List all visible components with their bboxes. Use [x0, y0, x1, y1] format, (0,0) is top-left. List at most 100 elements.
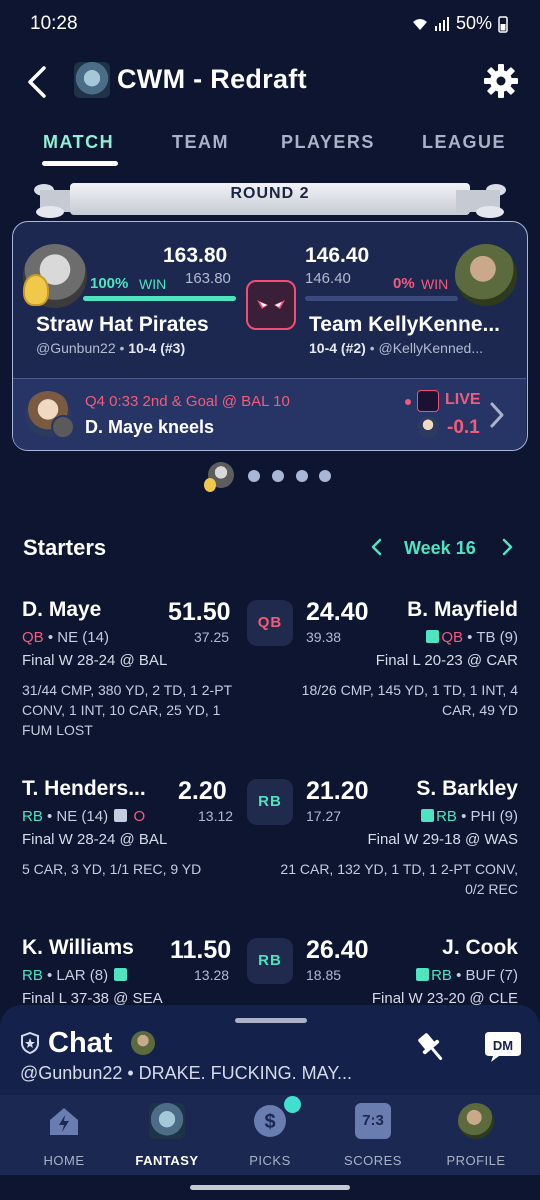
week-selector[interactable]: Week 16 [404, 538, 476, 559]
active-tab-indicator [42, 161, 118, 166]
svg-text:$: $ [264, 1111, 275, 1133]
gear-icon[interactable] [482, 62, 520, 100]
chat-last-message[interactable]: @Gunbun22 • DRAKE. FUCKING. MAY... [20, 1063, 352, 1084]
right-player-name[interactable]: B. Mayfield [407, 598, 518, 622]
starter-row[interactable]: D. Maye 51.50 37.25 QB • NE (14) Final W… [0, 598, 540, 768]
starter-row[interactable]: T. Henders... 2.20 13.12 RB • NE (14) O … [0, 777, 540, 947]
team-info: • LAR (8) [42, 967, 113, 984]
right-player-position: RB • PHI (9) [419, 808, 518, 825]
pin-icon[interactable] [413, 1029, 449, 1065]
left-player-game: Final W 28-24 @ BAL [22, 652, 168, 669]
chat-panel[interactable]: Chat @Gunbun22 • DRAKE. FUCKING. MAY... … [0, 1005, 540, 1097]
team2-name: Team KellyKenne... [309, 313, 501, 336]
position-label: QB [22, 629, 44, 646]
clock: 10:28 [30, 13, 78, 34]
nav-label: SCORES [344, 1153, 402, 1168]
right-player-game: Final W 29-18 @ WAS [367, 831, 518, 848]
chat-member-avatar [131, 1031, 155, 1055]
game-situation: Q4 0:33 2nd & Goal @ BAL 10 [85, 393, 290, 410]
news-icon[interactable] [114, 968, 128, 981]
right-player-name[interactable]: S. Barkley [416, 777, 518, 801]
position-label: QB [441, 629, 464, 646]
left-player-position: RB • NE (14) O [22, 808, 145, 825]
pager-dot[interactable] [296, 470, 308, 482]
news-icon[interactable] [421, 809, 435, 822]
wifi-icon [412, 18, 427, 30]
injury-status: O [133, 808, 146, 825]
nav-home[interactable]: HOME [14, 1101, 114, 1173]
team-info: • PHI (9) [456, 808, 518, 825]
team1-handle: @Gunbun22 [36, 340, 116, 356]
left-player-projected: 37.25 [194, 629, 230, 645]
nav-scores[interactable]: 7:3 SCORES [323, 1101, 423, 1173]
left-player-game: Final W 28-24 @ BAL [22, 831, 168, 848]
chat-title: Chat [48, 1027, 113, 1059]
team2-win-label: WIN [421, 276, 449, 292]
chevron-right-icon[interactable] [500, 537, 514, 557]
news-icon[interactable] [426, 630, 440, 643]
matchup-pager[interactable] [204, 462, 338, 492]
pager-dot[interactable] [248, 470, 260, 482]
slot-badge: QB [247, 600, 293, 646]
position-label: RB [431, 967, 452, 984]
chevron-right-icon[interactable] [488, 401, 506, 429]
right-player-position: QB • TB (9) [424, 629, 518, 646]
team-info: • NE (14) [43, 629, 109, 646]
team1-meta: @Gunbun22 • 10-4 (#3) [36, 340, 185, 356]
back-button[interactable] [22, 64, 52, 100]
live-play-panel[interactable]: Q4 0:33 2nd & Goal @ BAL 10 D. Maye knee… [13, 378, 526, 450]
team1-projected: 163.80 [185, 270, 231, 287]
tab-players[interactable]: PLAYERS [281, 132, 375, 153]
right-player-name[interactable]: J. Cook [442, 936, 518, 960]
drag-handle[interactable] [235, 1018, 307, 1023]
team-info: • NE (14) [42, 808, 113, 825]
round-banner: ROUND 2 [30, 178, 510, 222]
left-player-name[interactable]: K. Williams [22, 936, 134, 960]
team1-record: 10-4 (#3) [128, 340, 186, 356]
chevron-left-icon[interactable] [370, 537, 384, 557]
position-label: RB [22, 808, 43, 825]
home-icon [50, 1108, 78, 1135]
trophy-badge-icon [204, 478, 216, 492]
trophy-badge-icon [23, 274, 49, 306]
right-player-projected: 18.85 [306, 967, 342, 983]
pager-dot[interactable] [319, 470, 331, 482]
left-player-projected: 13.12 [198, 808, 234, 824]
league-logo [74, 62, 110, 98]
team1-win-bar [83, 296, 236, 301]
nav-label: HOME [43, 1153, 85, 1168]
left-player-stats: 5 CAR, 3 YD, 1/1 REC, 9 YD [22, 861, 202, 877]
page-title: CWM - Redraft [117, 64, 307, 94]
dm-button[interactable]: DM [483, 1030, 523, 1064]
left-player-position: RB • LAR (8) [22, 967, 129, 984]
news-icon[interactable] [114, 809, 128, 822]
status-icons: 50% [412, 13, 508, 34]
tab-match[interactable]: MATCH [43, 132, 114, 153]
nav-profile[interactable]: PROFILE [426, 1101, 526, 1173]
left-player-position: QB • NE (14) [22, 629, 109, 646]
left-player-name[interactable]: T. Henders... [22, 777, 146, 801]
gesture-bar [0, 1175, 540, 1200]
right-player-projected: 39.38 [306, 629, 342, 645]
left-player-stats: 31/44 CMP, 380 YD, 2 TD, 1 2-PT CONV, 1 … [22, 682, 232, 738]
left-player-projected: 13.28 [194, 967, 230, 983]
nav-fantasy[interactable]: FANTASY [117, 1101, 217, 1173]
right-player-game: Final L 20-23 @ CAR [375, 652, 518, 669]
news-icon[interactable] [416, 968, 430, 981]
team2-meta: 10-4 (#2) • @KellyKenned... [309, 340, 483, 356]
battery-level: 50% [455, 13, 492, 33]
live-dot-icon [405, 399, 411, 405]
nav-picks[interactable]: $ PICKS [220, 1101, 320, 1173]
scoreboard-icon: 7:3 [355, 1103, 391, 1139]
battery-icon [498, 15, 508, 33]
home-indicator[interactable] [190, 1185, 350, 1190]
team2-win-bar [305, 296, 458, 301]
team2-record: 10-4 (#2) [309, 340, 366, 356]
matchup-card[interactable]: 163.80 163.80 100% WIN 146.40 146.40 0% … [12, 221, 528, 451]
pager-dot[interactable] [272, 470, 284, 482]
left-player-name[interactable]: D. Maye [22, 598, 101, 622]
left-player-points: 2.20 [178, 777, 227, 805]
tab-team[interactable]: TEAM [172, 132, 229, 153]
left-player-points: 51.50 [168, 598, 231, 626]
tab-league[interactable]: LEAGUE [422, 132, 506, 153]
